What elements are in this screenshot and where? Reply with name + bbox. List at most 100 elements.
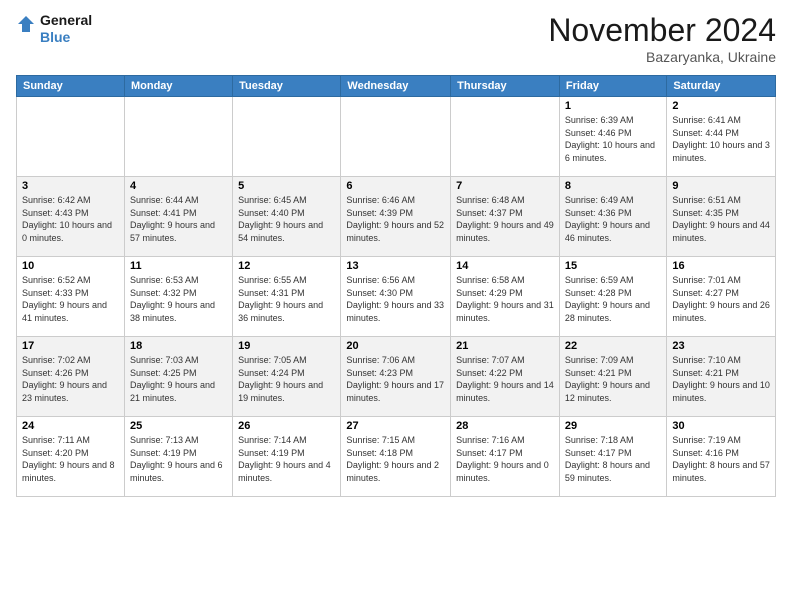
calendar-week-row: 3 Sunrise: 6:42 AM Sunset: 4:43 PM Daylig… xyxy=(17,177,776,257)
day-info: Sunrise: 7:03 AM Sunset: 4:25 PM Dayligh… xyxy=(130,354,227,404)
day-number: 22 xyxy=(565,340,661,352)
day-number: 16 xyxy=(672,260,770,272)
table-row: 2Sunrise: 6:41 AM Sunset: 4:44 PM Daylig… xyxy=(667,97,776,177)
table-row: 14 Sunrise: 6:58 AM Sunset: 4:29 PM Dayli… xyxy=(451,257,560,337)
table-row: 24 Sunrise: 7:11 AM Sunset: 4:20 PM Dayli… xyxy=(17,417,125,497)
day-number: 14 xyxy=(456,260,554,272)
day-number: 26 xyxy=(238,420,335,432)
day-info: Sunrise: 7:16 AM Sunset: 4:17 PM Dayligh… xyxy=(456,434,554,484)
day-number: 18 xyxy=(130,340,227,352)
day-info: Sunrise: 6:55 AM Sunset: 4:31 PM Dayligh… xyxy=(238,274,335,324)
day-number: 25 xyxy=(130,420,227,432)
table-row xyxy=(124,97,232,177)
day-info: Sunrise: 7:07 AM Sunset: 4:22 PM Dayligh… xyxy=(456,354,554,404)
day-number: 12 xyxy=(238,260,335,272)
day-info: Sunrise: 6:41 AM Sunset: 4:44 PM Dayligh… xyxy=(672,114,770,164)
day-info: Sunrise: 7:10 AM Sunset: 4:21 PM Dayligh… xyxy=(672,354,770,404)
logo-icon xyxy=(16,14,36,44)
day-info: Sunrise: 6:46 AM Sunset: 4:39 PM Dayligh… xyxy=(346,194,445,244)
table-row: 5 Sunrise: 6:45 AM Sunset: 4:40 PM Daylig… xyxy=(233,177,341,257)
day-info: Sunrise: 7:02 AM Sunset: 4:26 PM Dayligh… xyxy=(22,354,119,404)
day-number: 7 xyxy=(456,180,554,192)
day-info: Sunrise: 6:39 AM Sunset: 4:46 PM Dayligh… xyxy=(565,114,661,164)
day-number: 29 xyxy=(565,420,661,432)
table-row: 23 Sunrise: 7:10 AM Sunset: 4:21 PM Dayli… xyxy=(667,337,776,417)
col-friday: Friday xyxy=(559,76,666,97)
calendar-table: Sunday Monday Tuesday Wednesday Thursday… xyxy=(16,75,776,497)
day-number: 9 xyxy=(672,180,770,192)
day-number: 3 xyxy=(22,180,119,192)
table-row: 12 Sunrise: 6:55 AM Sunset: 4:31 PM Dayli… xyxy=(233,257,341,337)
table-row: 29 Sunrise: 7:18 AM Sunset: 4:17 PM Dayli… xyxy=(559,417,666,497)
table-row: 22 Sunrise: 7:09 AM Sunset: 4:21 PM Dayli… xyxy=(559,337,666,417)
location: Bazaryanka, Ukraine xyxy=(548,49,776,65)
table-row: 25 Sunrise: 7:13 AM Sunset: 4:19 PM Dayli… xyxy=(124,417,232,497)
day-number: 11 xyxy=(130,260,227,272)
day-info: Sunrise: 7:09 AM Sunset: 4:21 PM Dayligh… xyxy=(565,354,661,404)
day-number: 1 xyxy=(565,100,661,112)
day-number: 19 xyxy=(238,340,335,352)
day-info: Sunrise: 7:18 AM Sunset: 4:17 PM Dayligh… xyxy=(565,434,661,484)
logo: General Blue xyxy=(16,12,92,46)
day-info: Sunrise: 6:53 AM Sunset: 4:32 PM Dayligh… xyxy=(130,274,227,324)
day-info: Sunrise: 6:44 AM Sunset: 4:41 PM Dayligh… xyxy=(130,194,227,244)
day-number: 8 xyxy=(565,180,661,192)
day-info: Sunrise: 7:11 AM Sunset: 4:20 PM Dayligh… xyxy=(22,434,119,484)
col-monday: Monday xyxy=(124,76,232,97)
calendar-week-row: 1 Sunrise: 6:39 AM Sunset: 4:46 PM Daylig… xyxy=(17,97,776,177)
day-number: 17 xyxy=(22,340,119,352)
day-number: 27 xyxy=(346,420,445,432)
day-number: 10 xyxy=(22,260,119,272)
day-info: Sunrise: 6:58 AM Sunset: 4:29 PM Dayligh… xyxy=(456,274,554,324)
day-number: 4 xyxy=(130,180,227,192)
table-row: 6 Sunrise: 6:46 AM Sunset: 4:39 PM Daylig… xyxy=(341,177,451,257)
calendar-week-row: 10 Sunrise: 6:52 AM Sunset: 4:33 PM Dayli… xyxy=(17,257,776,337)
col-tuesday: Tuesday xyxy=(233,76,341,97)
table-row: 19 Sunrise: 7:05 AM Sunset: 4:24 PM Dayli… xyxy=(233,337,341,417)
title-block: November 2024 Bazaryanka, Ukraine xyxy=(548,12,776,65)
day-number: 23 xyxy=(672,340,770,352)
table-row: 7 Sunrise: 6:48 AM Sunset: 4:37 PM Daylig… xyxy=(451,177,560,257)
day-number: 13 xyxy=(346,260,445,272)
table-row: 26Sunrise: 7:14 AM Sunset: 4:19 PM Dayli… xyxy=(233,417,341,497)
table-row: 8 Sunrise: 6:49 AM Sunset: 4:36 PM Daylig… xyxy=(559,177,666,257)
table-row: 30 Sunrise: 7:19 AM Sunset: 4:16 PM Dayli… xyxy=(667,417,776,497)
page-header: General Blue November 2024 Bazaryanka, U… xyxy=(16,12,776,65)
day-info: Sunrise: 7:05 AM Sunset: 4:24 PM Dayligh… xyxy=(238,354,335,404)
table-row: 9Sunrise: 6:51 AM Sunset: 4:35 PM Daylig… xyxy=(667,177,776,257)
day-info: Sunrise: 6:49 AM Sunset: 4:36 PM Dayligh… xyxy=(565,194,661,244)
col-sunday: Sunday xyxy=(17,76,125,97)
day-number: 21 xyxy=(456,340,554,352)
logo-text: General Blue xyxy=(40,12,92,46)
calendar-page: General Blue November 2024 Bazaryanka, U… xyxy=(0,0,792,612)
month-title: November 2024 xyxy=(548,12,776,49)
table-row: 18 Sunrise: 7:03 AM Sunset: 4:25 PM Dayli… xyxy=(124,337,232,417)
day-info: Sunrise: 6:56 AM Sunset: 4:30 PM Dayligh… xyxy=(346,274,445,324)
day-number: 6 xyxy=(346,180,445,192)
table-row: 3 Sunrise: 6:42 AM Sunset: 4:43 PM Daylig… xyxy=(17,177,125,257)
day-info: Sunrise: 7:13 AM Sunset: 4:19 PM Dayligh… xyxy=(130,434,227,484)
table-row xyxy=(451,97,560,177)
day-info: Sunrise: 7:19 AM Sunset: 4:16 PM Dayligh… xyxy=(672,434,770,484)
table-row xyxy=(17,97,125,177)
table-row: 4 Sunrise: 6:44 AM Sunset: 4:41 PM Daylig… xyxy=(124,177,232,257)
col-wednesday: Wednesday xyxy=(341,76,451,97)
day-number: 30 xyxy=(672,420,770,432)
day-number: 24 xyxy=(22,420,119,432)
day-number: 28 xyxy=(456,420,554,432)
day-info: Sunrise: 6:42 AM Sunset: 4:43 PM Dayligh… xyxy=(22,194,119,244)
day-info: Sunrise: 7:06 AM Sunset: 4:23 PM Dayligh… xyxy=(346,354,445,404)
table-row: 15Sunrise: 6:59 AM Sunset: 4:28 PM Dayli… xyxy=(559,257,666,337)
col-thursday: Thursday xyxy=(451,76,560,97)
table-row: 16Sunrise: 7:01 AM Sunset: 4:27 PM Dayli… xyxy=(667,257,776,337)
day-number: 5 xyxy=(238,180,335,192)
table-row: 20Sunrise: 7:06 AM Sunset: 4:23 PM Dayli… xyxy=(341,337,451,417)
day-info: Sunrise: 6:48 AM Sunset: 4:37 PM Dayligh… xyxy=(456,194,554,244)
table-row xyxy=(233,97,341,177)
table-row: 1 Sunrise: 6:39 AM Sunset: 4:46 PM Daylig… xyxy=(559,97,666,177)
day-info: Sunrise: 6:45 AM Sunset: 4:40 PM Dayligh… xyxy=(238,194,335,244)
table-row: 21 Sunrise: 7:07 AM Sunset: 4:22 PM Dayli… xyxy=(451,337,560,417)
day-info: Sunrise: 6:52 AM Sunset: 4:33 PM Dayligh… xyxy=(22,274,119,324)
day-info: Sunrise: 6:59 AM Sunset: 4:28 PM Dayligh… xyxy=(565,274,661,324)
calendar-week-row: 17 Sunrise: 7:02 AM Sunset: 4:26 PM Dayli… xyxy=(17,337,776,417)
